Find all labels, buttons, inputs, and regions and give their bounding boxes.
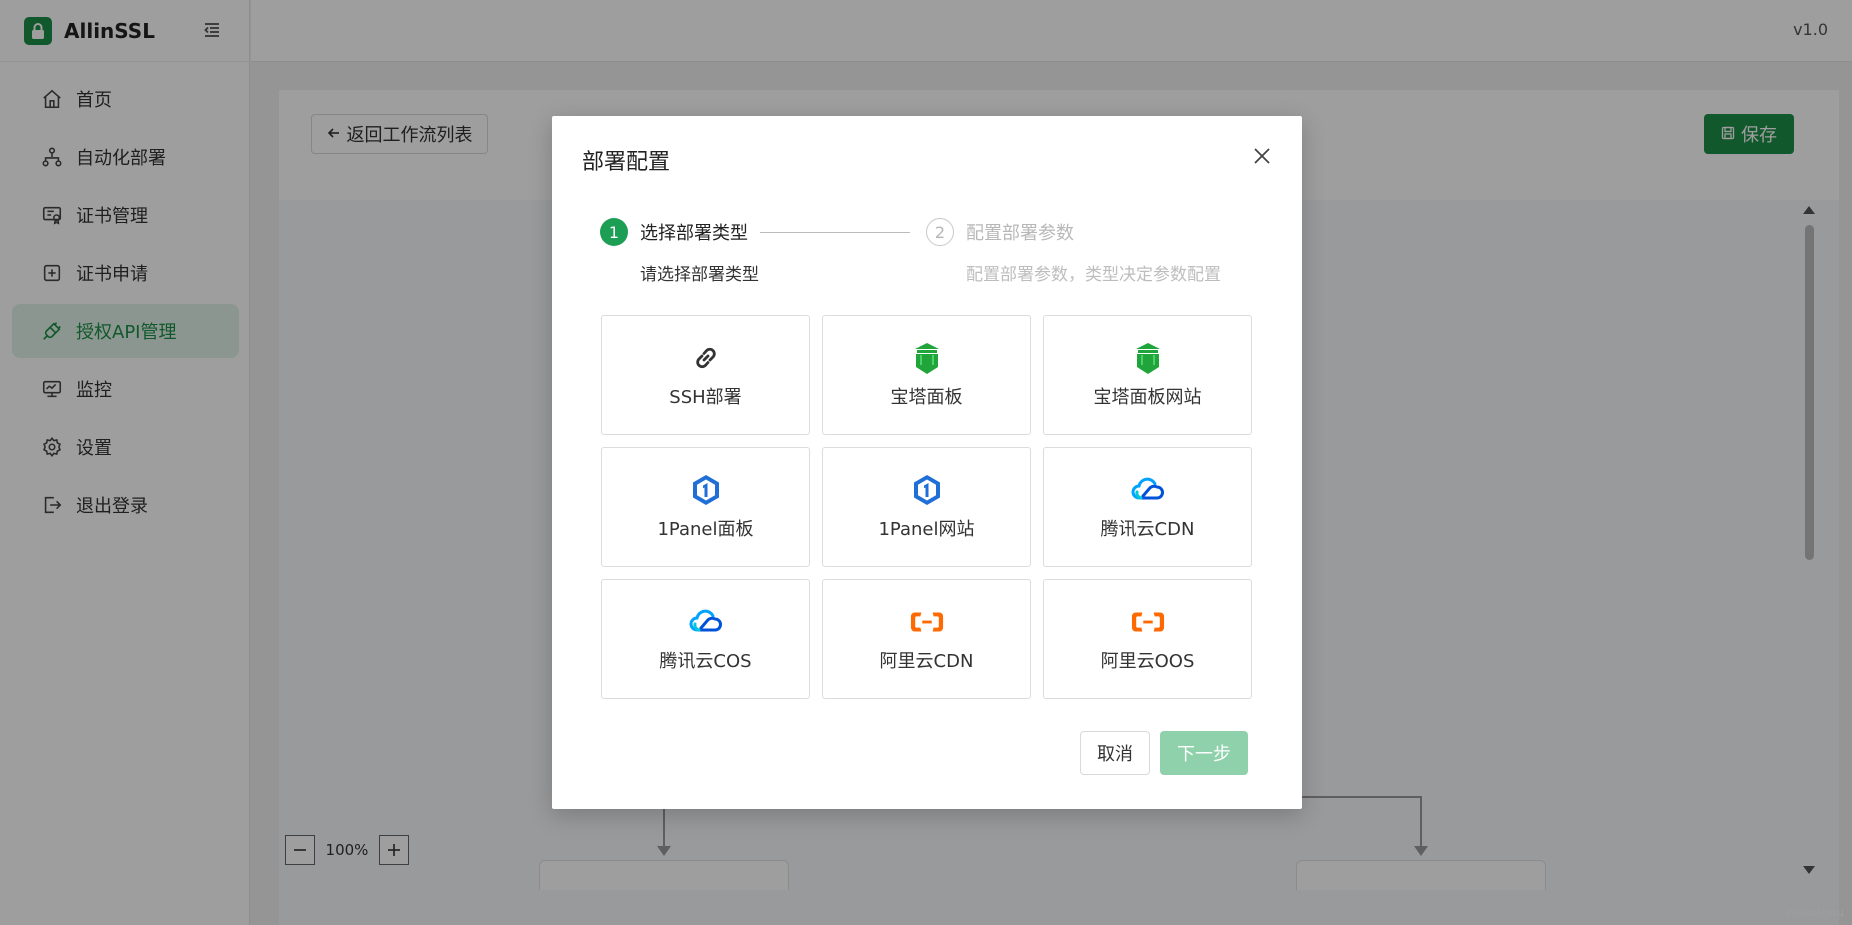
close-icon[interactable] [1252,146,1272,166]
link-icon [689,341,723,375]
1panel-icon [910,473,944,507]
step-connector [760,232,910,233]
deploy-option-label: SSH部署 [669,387,742,408]
deploy-option-aliyun-oos[interactable]: 阿里云OOS [1043,579,1252,699]
step-2: 2 配置部署参数 [926,218,1074,246]
deploy-option-tencent-cos[interactable]: 腾讯云COS [601,579,810,699]
baota-icon [1131,341,1165,375]
step-title: 配置部署参数 [966,223,1074,244]
deploy-option-ssh[interactable]: SSH部署 [601,315,810,435]
deploy-option-aliyun-cdn[interactable]: 阿里云CDN [822,579,1031,699]
step-description: 请选择部署类型 [640,265,759,285]
cancel-button[interactable]: 取消 [1080,731,1150,775]
deploy-option-label: 阿里云CDN [879,651,974,672]
next-step-button[interactable]: 下一步 [1160,731,1248,775]
deploy-option-1panel-panel[interactable]: 1Panel面板 [601,447,810,567]
deploy-option-1panel-site[interactable]: 1Panel网站 [822,447,1031,567]
deploy-config-dialog: 部署配置 1 选择部署类型 2 配置部署参数 请选择部署类型 配置部署参数，类型… [552,116,1302,809]
step-number: 2 [926,218,954,246]
deploy-option-label: 宝塔面板网站 [1093,387,1202,408]
step-1: 1 选择部署类型 [600,218,748,246]
deploy-type-grid: SSH部署 宝塔面板 宝塔面板网站 1Panel面板 1Panel网站 腾讯云C… [601,315,1252,699]
deploy-option-baota-site[interactable]: 宝塔面板网站 [1043,315,1252,435]
aliyun-icon [910,605,944,639]
1panel-icon [689,473,723,507]
deploy-option-label: 阿里云OOS [1100,651,1195,672]
tencent-cloud-icon [1131,473,1165,507]
deploy-option-label: 1Panel网站 [878,519,975,540]
tencent-cloud-icon [689,605,723,639]
step-title: 选择部署类型 [640,223,748,244]
aliyun-icon [1131,605,1165,639]
step-description: 配置部署参数，类型决定参数配置 [966,265,1221,285]
deploy-option-label: 腾讯云COS [659,651,752,672]
deploy-option-baota-panel[interactable]: 宝塔面板 [822,315,1031,435]
deploy-option-label: 1Panel面板 [657,519,754,540]
deploy-option-label: 宝塔面板 [890,387,963,408]
deploy-option-tencent-cdn[interactable]: 腾讯云CDN [1043,447,1252,567]
step-number: 1 [600,218,628,246]
baota-icon [910,341,944,375]
dialog-title: 部署配置 [582,150,671,175]
deploy-option-label: 腾讯云CDN [1100,519,1195,540]
